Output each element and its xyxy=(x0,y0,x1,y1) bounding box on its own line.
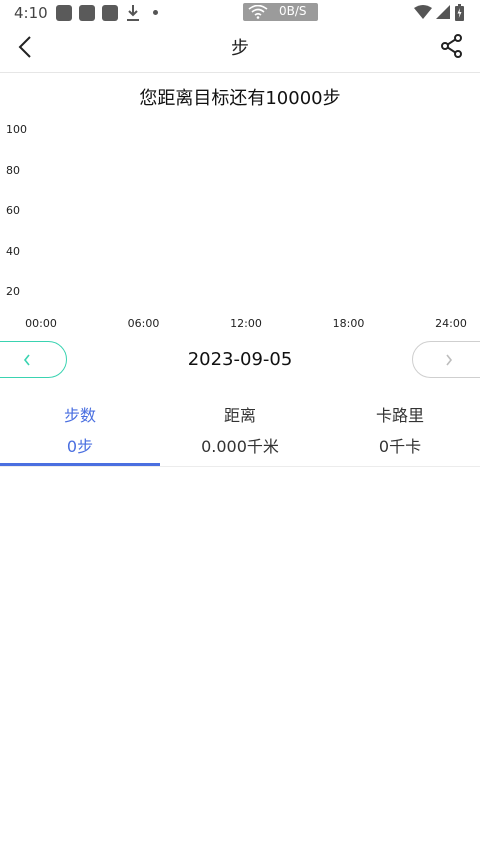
next-day-button[interactable] xyxy=(412,341,480,378)
network-speed-text: 0B/S xyxy=(279,4,307,18)
network-speed-badge: 0B/S xyxy=(243,3,318,21)
steps-chart: 100 80 60 40 20 00:00 06:00 12:00 18:00 24:00 xyxy=(0,115,480,335)
more-notifications-icon xyxy=(153,10,158,15)
y-tick-label: 100 xyxy=(6,123,27,136)
battery-icon xyxy=(455,4,464,21)
tab-steps-value: 0步 xyxy=(66,437,94,456)
wifi-icon xyxy=(248,5,268,19)
tab-distance[interactable]: 距离 0.000千米 xyxy=(160,402,320,464)
status-time: 4:10 xyxy=(14,4,48,22)
x-tick-label: 24:00 xyxy=(435,317,467,330)
tabs-divider xyxy=(0,466,480,467)
cell-signal-icon xyxy=(436,5,450,19)
x-tick-label: 18:00 xyxy=(332,317,365,330)
wifi-signal-icon xyxy=(414,5,432,19)
tab-distance-value: 0.000千米 xyxy=(201,437,279,456)
x-tick-label: 06:00 xyxy=(127,317,160,330)
tab-calories-label: 卡路里 xyxy=(375,406,424,425)
chevron-right-icon xyxy=(446,354,453,366)
tab-calories-value: 0千卡 xyxy=(378,437,422,456)
app-header: 步 xyxy=(0,26,480,73)
x-tick-label: 00:00 xyxy=(25,317,57,330)
notification-icon xyxy=(102,5,118,21)
tab-distance-label: 距离 xyxy=(223,406,256,425)
y-tick-label: 80 xyxy=(6,163,20,177)
share-icon[interactable] xyxy=(438,32,466,60)
tab-steps-label: 步数 xyxy=(63,406,96,425)
notification-icon xyxy=(79,5,95,21)
y-tick-label: 20 xyxy=(6,285,20,298)
status-bar: 4:10 0B/S xyxy=(0,0,480,26)
tab-steps[interactable]: 步数 0步 xyxy=(0,402,160,464)
goal-remaining-text: 您距离目标还有10000步 xyxy=(139,88,341,109)
y-tick-label: 60 xyxy=(6,204,20,217)
current-date: 2023-09-05 xyxy=(187,349,293,370)
y-tick-label: 40 xyxy=(6,244,20,258)
page-title: 步 xyxy=(231,38,249,59)
download-icon xyxy=(127,5,139,21)
notification-icon xyxy=(56,5,72,21)
tab-calories[interactable]: 卡路里 0千卡 xyxy=(320,402,480,464)
x-tick-label: 12:00 xyxy=(230,317,262,330)
